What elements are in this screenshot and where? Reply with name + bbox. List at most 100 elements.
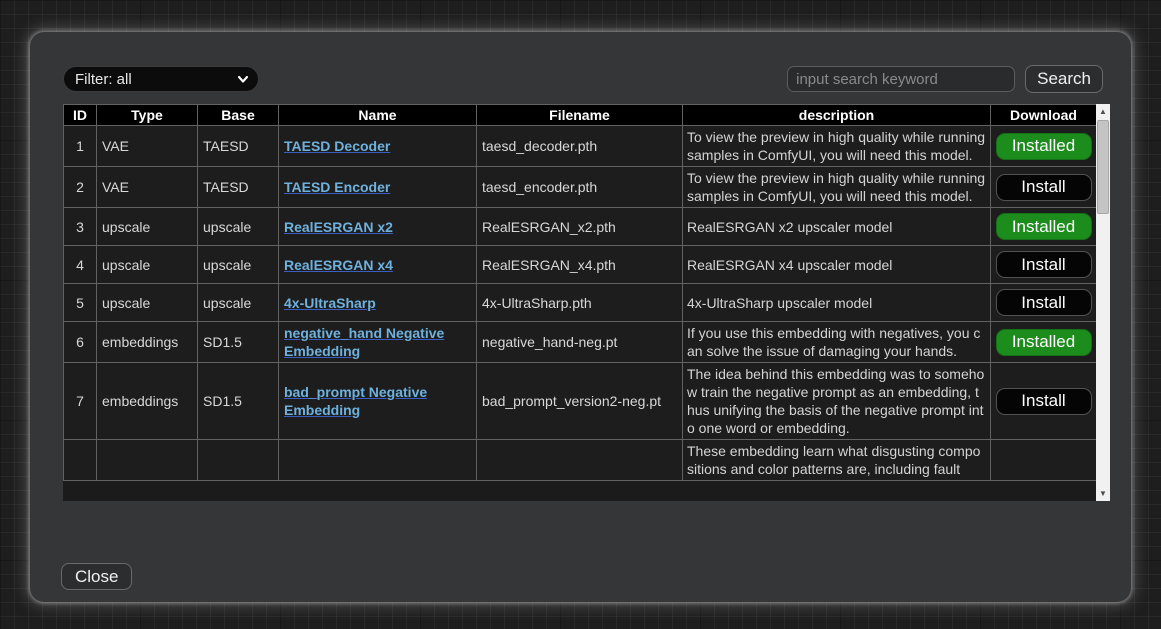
cell-filename: taesd_encoder.pth <box>477 167 683 208</box>
table-row: 2 VAE TAESD TAESD Encoder taesd_encoder.… <box>64 167 1097 208</box>
table-row: 5 upscale upscale 4x-UltraSharp 4x-Ultra… <box>64 284 1097 322</box>
cell-description: To view the preview in high quality whil… <box>683 126 991 167</box>
table-row: 3 upscale upscale RealESRGAN x2 RealESRG… <box>64 208 1097 246</box>
table-row: 6 embeddings SD1.5 negative_hand Negativ… <box>64 322 1097 363</box>
search-button[interactable]: Search <box>1025 65 1103 93</box>
model-table-viewport: ID Type Base Name Filename description D… <box>63 104 1096 501</box>
download-button[interactable]: Install <box>996 251 1092 278</box>
cell-type: VAE <box>97 126 198 167</box>
table-row: 4 upscale upscale RealESRGAN x4 RealESRG… <box>64 246 1097 284</box>
cell-download: Install <box>991 284 1097 322</box>
cell-base: upscale <box>198 208 279 246</box>
cell-base: upscale <box>198 246 279 284</box>
cell-download: Installed <box>991 208 1097 246</box>
cell-id: 2 <box>64 167 97 208</box>
download-button[interactable]: Installed <box>996 133 1092 160</box>
model-manager-dialog: Filter: all Search ID Type <box>30 32 1131 602</box>
cell-id: 3 <box>64 208 97 246</box>
column-header-download: Download <box>991 105 1097 126</box>
cell-download: Install <box>991 246 1097 284</box>
model-name-link[interactable]: 4x-UltraSharp <box>284 295 376 311</box>
cell-filename: negative_hand-neg.pt <box>477 322 683 363</box>
table-row: These embedding learn what disgusting co… <box>64 440 1097 481</box>
cell-description: If you use this embedding with negatives… <box>683 322 991 363</box>
scrollbar-down-icon[interactable]: ▼ <box>1096 486 1110 501</box>
column-header-filename: Filename <box>477 105 683 126</box>
cell-type: upscale <box>97 284 198 322</box>
cell-filename: RealESRGAN_x2.pth <box>477 208 683 246</box>
comfyui-canvas: { "dialog": { "filter": { "selected": "F… <box>0 0 1161 629</box>
filter-select-wrap: Filter: all <box>63 66 259 92</box>
cell-type: embeddings <box>97 363 198 440</box>
cell-name <box>279 440 477 481</box>
cell-filename: RealESRGAN_x4.pth <box>477 246 683 284</box>
cell-id <box>64 440 97 481</box>
filter-select[interactable]: Filter: all <box>63 66 259 92</box>
model-name-link[interactable]: bad_prompt Negative Embedding <box>284 384 427 418</box>
cell-description: The idea behind this embedding was to so… <box>683 363 991 440</box>
model-name-link[interactable]: RealESRGAN x4 <box>284 257 393 273</box>
cell-description: These embedding learn what disgusting co… <box>683 440 991 481</box>
search-group: Search <box>787 65 1103 93</box>
cell-filename: 4x-UltraSharp.pth <box>477 284 683 322</box>
column-header-description: description <box>683 105 991 126</box>
cell-base: upscale <box>198 284 279 322</box>
cell-name: bad_prompt Negative Embedding <box>279 363 477 440</box>
cell-id: 5 <box>64 284 97 322</box>
download-button[interactable]: Install <box>996 388 1092 415</box>
model-table-body: 1 VAE TAESD TAESD Decoder taesd_decoder.… <box>64 126 1097 481</box>
table-row: 7 embeddings SD1.5 bad_prompt Negative E… <box>64 363 1097 440</box>
model-name-link[interactable]: RealESRGAN x2 <box>284 219 393 235</box>
download-button[interactable]: Install <box>996 174 1092 201</box>
cell-id: 1 <box>64 126 97 167</box>
model-table: ID Type Base Name Filename description D… <box>63 104 1096 481</box>
cell-download: Install <box>991 363 1097 440</box>
download-button[interactable]: Installed <box>996 329 1092 356</box>
cell-type: VAE <box>97 167 198 208</box>
table-header-row: ID Type Base Name Filename description D… <box>64 105 1097 126</box>
cell-description: RealESRGAN x2 upscaler model <box>683 208 991 246</box>
cell-type: upscale <box>97 246 198 284</box>
download-button[interactable]: Installed <box>996 213 1092 240</box>
cell-type <box>97 440 198 481</box>
cell-base: TAESD <box>198 167 279 208</box>
cell-description: To view the preview in high quality whil… <box>683 167 991 208</box>
cell-description: 4x-UltraSharp upscaler model <box>683 284 991 322</box>
table-scrollbar[interactable]: ▲ ▼ <box>1096 104 1110 501</box>
cell-name: RealESRGAN x2 <box>279 208 477 246</box>
scrollbar-thumb[interactable] <box>1097 120 1109 214</box>
cell-name: negative_hand Negative Embedding <box>279 322 477 363</box>
column-header-id: ID <box>64 105 97 126</box>
cell-download: Installed <box>991 126 1097 167</box>
close-button[interactable]: Close <box>61 563 132 590</box>
cell-id: 7 <box>64 363 97 440</box>
cell-type: upscale <box>97 208 198 246</box>
model-name-link[interactable]: negative_hand Negative Embedding <box>284 325 444 359</box>
cell-filename: taesd_decoder.pth <box>477 126 683 167</box>
cell-name: 4x-UltraSharp <box>279 284 477 322</box>
column-header-base: Base <box>198 105 279 126</box>
cell-filename <box>477 440 683 481</box>
cell-download <box>991 440 1097 481</box>
model-name-link[interactable]: TAESD Decoder <box>284 138 390 154</box>
scrollbar-up-icon[interactable]: ▲ <box>1096 104 1110 119</box>
column-header-name: Name <box>279 105 477 126</box>
download-button[interactable]: Install <box>996 289 1092 316</box>
cell-filename: bad_prompt_version2-neg.pt <box>477 363 683 440</box>
cell-base: TAESD <box>198 126 279 167</box>
cell-name: TAESD Decoder <box>279 126 477 167</box>
cell-name: TAESD Encoder <box>279 167 477 208</box>
cell-id: 4 <box>64 246 97 284</box>
cell-type: embeddings <box>97 322 198 363</box>
model-table-area: ID Type Base Name Filename description D… <box>63 104 1110 501</box>
cell-description: RealESRGAN x4 upscaler model <box>683 246 991 284</box>
cell-id: 6 <box>64 322 97 363</box>
cell-name: RealESRGAN x4 <box>279 246 477 284</box>
cell-download: Install <box>991 167 1097 208</box>
dialog-topbar: Filter: all Search <box>63 65 1103 93</box>
model-name-link[interactable]: TAESD Encoder <box>284 179 390 195</box>
search-input[interactable] <box>787 66 1015 92</box>
cell-base: SD1.5 <box>198 363 279 440</box>
table-row: 1 VAE TAESD TAESD Decoder taesd_decoder.… <box>64 126 1097 167</box>
cell-base: SD1.5 <box>198 322 279 363</box>
